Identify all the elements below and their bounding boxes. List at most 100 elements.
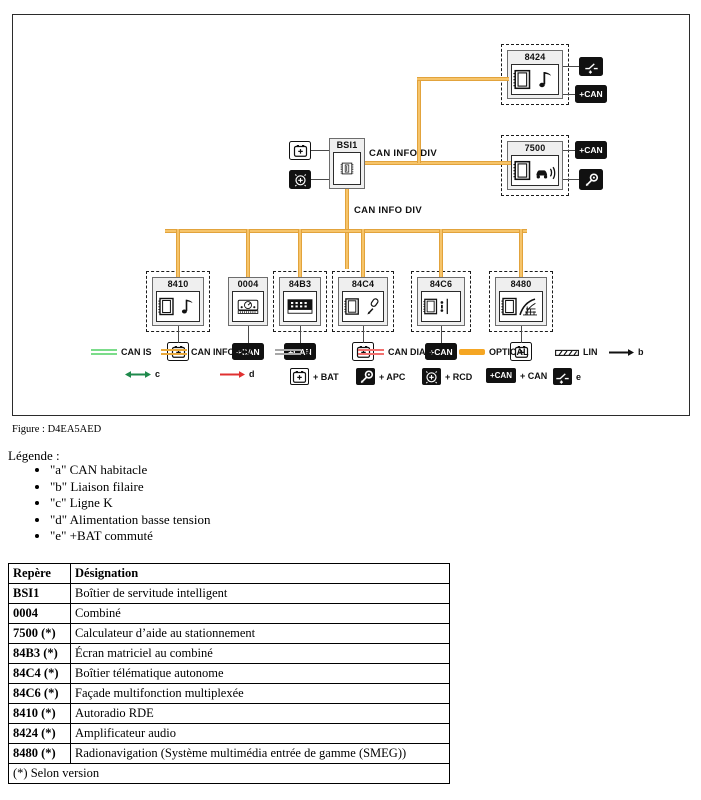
ecu-code-label: 84B3 <box>288 279 312 289</box>
ecu-box-8410[interactable]: 8410 <box>152 277 204 326</box>
ecu-box-8480[interactable]: 8480 <box>495 277 547 326</box>
instrument-cluster-icon <box>232 291 264 322</box>
amplifier-chip-note-icon <box>511 64 559 95</box>
legend-item-lin: LIN <box>555 347 598 357</box>
connector-wire <box>311 150 329 151</box>
switched-bat-icon <box>553 368 572 385</box>
table-cell-designation: Combiné <box>70 603 450 624</box>
can-info-div-bus-segment <box>345 189 349 231</box>
legend-swatch-arrow-c <box>125 370 151 379</box>
connector-wire <box>363 326 364 343</box>
legende-list: "a" CAN habitacle"b" Liaison filaire"c" … <box>8 462 210 545</box>
table-cell-designation: Façade multifonction multiplexée <box>70 683 450 704</box>
multifunction-panel-icon <box>421 291 461 322</box>
legend-swatch-optical <box>459 349 485 355</box>
diagram-frame: BSI1 8424 7500 8410 0004 84B3 84C4 84C6 8480 +CAN… <box>12 14 690 416</box>
ecu-box-8424[interactable]: 8424 <box>507 50 563 99</box>
table-row: 84B3 (*) Écran matriciel au combiné <box>8 643 450 664</box>
legend-label: + APC <box>379 371 406 382</box>
legend-label: + CAN <box>520 370 548 381</box>
can-info-div-bus-segment <box>417 77 509 81</box>
bsi1-rcd-badge[interactable] <box>289 170 311 189</box>
diagram-legend: CAN IS CAN INFO DIV a CAN DIAG OPTICAL LIN b c d… <box>13 347 691 409</box>
ecu-box-bsi1[interactable]: BSI1 <box>329 138 365 189</box>
legende-item-1: "b" Liaison filaire <box>50 479 210 496</box>
table-cell-designation: Écran matriciel au combiné <box>70 643 450 664</box>
legend-item-apc: + APC <box>356 368 405 385</box>
table-cell-repere: 8424 (*) <box>8 723 71 744</box>
table-header-repere: Repère <box>8 563 71 584</box>
table-row: 8480 (*) Radionavigation (Système multimé… <box>8 743 450 764</box>
8424-ebat-badge[interactable] <box>579 57 603 76</box>
ecu-code-label: 84C4 <box>351 279 375 289</box>
table-row: 8410 (*) Autoradio RDE <box>8 703 450 724</box>
bus-label-can-info-div: CAN INFO DIV <box>369 148 437 159</box>
can-plus-icon: +CAN <box>486 368 516 383</box>
table-cell-repere: 0004 <box>8 603 71 624</box>
legend-swatch-can-is <box>91 349 117 356</box>
legend-item-c: c <box>125 369 160 379</box>
table-cell-repere: 84B3 (*) <box>8 643 71 664</box>
legend-label: OPTICAL <box>489 347 529 357</box>
ecu-box-84C4[interactable]: 84C4 <box>338 277 388 326</box>
ecu-box-84C6[interactable]: 84C6 <box>417 277 465 326</box>
7500-apc-badge[interactable] <box>579 169 603 190</box>
table-row: BSI1 Boîtier de servitude intelligent <box>8 583 450 604</box>
navigation-map-icon <box>499 291 543 322</box>
parking-aid-car-icon <box>511 155 559 186</box>
ecu-code-label: 84C6 <box>429 279 453 289</box>
legend-swatch-arrow-d <box>219 370 245 379</box>
legend-swatch-can-info-div <box>161 349 187 356</box>
table-footnote-row: (*) Selon version <box>8 763 450 784</box>
connector-wire <box>248 326 249 343</box>
table-cell-repere: BSI1 <box>8 583 71 604</box>
legend-item-optical: OPTICAL <box>459 347 529 357</box>
legend-label: a <box>305 347 311 357</box>
legende-item-2: "c" Ligne K <box>50 495 210 512</box>
ecu-box-84B3[interactable]: 84B3 <box>279 277 321 326</box>
apc-key-icon <box>356 368 375 385</box>
table-cell-repere: 7500 (*) <box>8 623 71 644</box>
can-info-div-bus-segment <box>246 229 250 277</box>
can-info-div-bus-segment <box>165 229 527 233</box>
legend-swatch-a <box>275 349 301 356</box>
legend-label: CAN IS <box>121 347 152 357</box>
table-cell-designation: Boîtier télématique autonome <box>70 663 450 684</box>
legend-item-a: a <box>275 347 310 357</box>
legend-label: + BAT <box>313 371 339 382</box>
badge-label: +CAN <box>579 89 603 99</box>
legend-item-can: +CAN + CAN <box>486 368 547 383</box>
ecu-box-7500[interactable]: 7500 <box>507 141 563 190</box>
ecu-box-0004[interactable]: 0004 <box>228 277 268 326</box>
table-header-row: Repère Désignation <box>8 563 450 584</box>
table-cell-designation: Radionavigation (Système multimédia entr… <box>70 743 450 764</box>
legend-item-e: e <box>553 368 581 385</box>
connector-wire <box>563 94 575 95</box>
legende-item-0: "a" CAN habitacle <box>50 462 210 479</box>
can-info-div-bus-segment <box>298 229 302 277</box>
legend-label: LIN <box>583 347 598 357</box>
legend-item-can-is: CAN IS <box>91 347 152 357</box>
7500-can-badge[interactable]: +CAN <box>575 141 607 159</box>
table-cell-repere: 8410 (*) <box>8 703 71 724</box>
legend-label: CAN DIAG <box>388 347 433 357</box>
bsi-module-icon <box>333 152 361 185</box>
legend-item-can-diag: CAN DIAG <box>358 347 433 357</box>
ecu-code-label: 8480 <box>510 279 532 289</box>
ecu-code-label: 8410 <box>167 279 189 289</box>
connector-wire <box>563 150 575 151</box>
can-info-div-bus-segment <box>176 229 180 277</box>
legend-swatch-lin <box>555 349 579 356</box>
connector-wire <box>563 179 579 180</box>
table-row: 7500 (*) Calculateur d’aide au stationnem… <box>8 623 450 644</box>
telematic-mic-icon <box>342 291 384 322</box>
bsi1-bat-badge[interactable] <box>289 141 311 160</box>
table-cell-repere: 8480 (*) <box>8 743 71 764</box>
legend-item-d: d <box>219 369 255 379</box>
legende-item-4: "e" +BAT commuté <box>50 528 210 545</box>
legend-label: e <box>576 371 582 382</box>
legend-swatch-arrow-b <box>608 348 634 357</box>
table-cell-designation: Amplificateur audio <box>70 723 450 744</box>
legend-label: d <box>249 369 255 379</box>
8424-can-badge[interactable]: +CAN <box>575 85 607 103</box>
